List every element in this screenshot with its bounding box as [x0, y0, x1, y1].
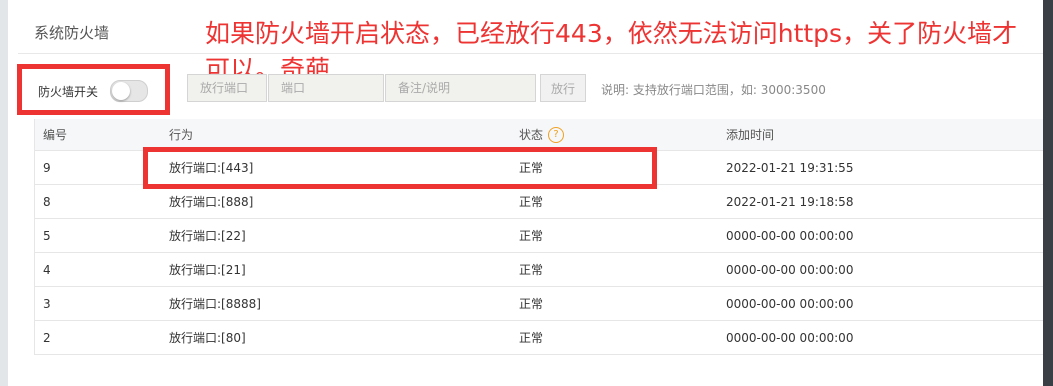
cell-action: 放行端口:[22] [169, 218, 519, 253]
col-header-status-label: 状态 [519, 127, 544, 142]
port-range-hint: 说明: 支持放行端口范围，如: 3000:3500 [601, 83, 826, 97]
col-header-status: 状态? [519, 119, 726, 151]
port-end-input[interactable] [268, 74, 384, 102]
cell-id: 8 [34, 184, 169, 219]
allow-button[interactable]: 放行 [540, 74, 586, 102]
port-input[interactable] [187, 74, 267, 102]
left-strip [0, 0, 8, 386]
col-header-id: 编号 [34, 119, 169, 151]
toggle-knob [112, 82, 131, 100]
cell-added: 2022-01-21 19:18:58 [726, 184, 1043, 219]
cell-status: 正常 [519, 252, 726, 287]
col-header-added: 添加时间 [726, 119, 1043, 151]
cell-action: 放行端口:[888] [169, 184, 519, 219]
table-row: 4 放行端口:[21] 正常 0000-00-00 00:00:00 [34, 252, 1043, 287]
cell-added: 2022-01-21 19:31:55 [726, 150, 1043, 185]
cell-status: 正常 [519, 218, 726, 253]
cell-id: 9 [34, 150, 169, 185]
table-row: 8 放行端口:[888] 正常 2022-01-21 19:18:58 [34, 184, 1043, 219]
col-header-action: 行为 [169, 119, 519, 151]
panel-title: 系统防火墙 [34, 24, 110, 42]
table-header-row: 编号 行为 状态? 添加时间 [34, 119, 1043, 151]
table-row: 5 放行端口:[22] 正常 0000-00-00 00:00:00 [34, 218, 1043, 253]
table-row: 3 放行端口:[8888] 正常 0000-00-00 00:00:00 [34, 286, 1043, 321]
cell-action: 放行端口:[8888] [169, 286, 519, 321]
cell-status: 正常 [519, 184, 726, 219]
cell-added: 0000-00-00 00:00:00 [726, 320, 1043, 355]
cell-status: 正常 [519, 150, 726, 185]
cell-status: 正常 [519, 320, 726, 355]
cell-added: 0000-00-00 00:00:00 [726, 286, 1043, 321]
note-input[interactable] [385, 74, 536, 102]
cell-id: 4 [34, 252, 169, 287]
firewall-rules-table: 编号 行为 状态? 添加时间 9 放行端口:[443] 正常 2022-01-2… [34, 119, 1043, 355]
firewall-switch-label: 防火墙开关 [38, 84, 99, 99]
help-icon[interactable]: ? [548, 127, 565, 144]
cell-id: 3 [34, 286, 169, 321]
cell-id: 5 [34, 218, 169, 253]
cell-action: 放行端口:[80] [169, 320, 519, 355]
cell-action: 放行端口:[443] [169, 150, 519, 185]
cell-id: 2 [34, 320, 169, 355]
scrollbar-track[interactable] [1043, 0, 1053, 386]
cell-action: 放行端口:[21] [169, 252, 519, 287]
table-row: 2 放行端口:[80] 正常 0000-00-00 00:00:00 [34, 320, 1043, 355]
table-row: 9 放行端口:[443] 正常 2022-01-21 19:31:55 [34, 150, 1043, 185]
firewall-toggle[interactable] [110, 80, 149, 102]
cell-status: 正常 [519, 286, 726, 321]
firewall-switch-group: 防火墙开关 [38, 80, 149, 102]
cell-added: 0000-00-00 00:00:00 [726, 218, 1043, 253]
cell-added: 0000-00-00 00:00:00 [726, 252, 1043, 287]
